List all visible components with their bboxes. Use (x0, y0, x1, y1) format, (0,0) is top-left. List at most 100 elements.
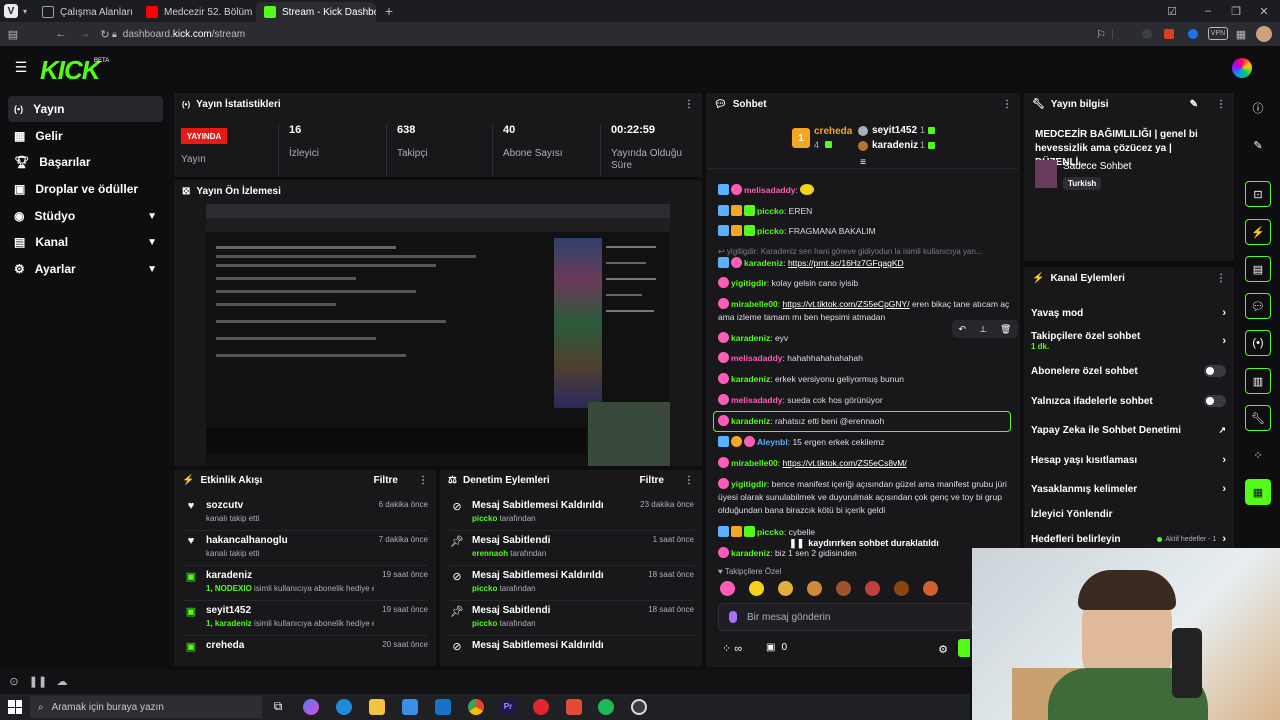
taskbar-search[interactable]: ⌕ Aramak için buraya yazın (30, 696, 262, 718)
chat-input[interactable]: Bir mesaj gönderin (718, 603, 972, 631)
forward-icon[interactable]: → (78, 27, 92, 41)
sidebar-item-basarilar[interactable]: 🏆︎ Başarılar (8, 149, 163, 175)
close-icon[interactable]: ✕ (1256, 3, 1272, 19)
raid-item[interactable]: İzleyici Yönlendir (1031, 507, 1226, 521)
extension-icon[interactable] (1142, 29, 1152, 39)
chat-message[interactable]: karadeniz: https://prnt.sc/16Hz7GFqagKD (718, 257, 1010, 270)
emotes-only-toggle[interactable] (1204, 395, 1226, 407)
collapse-icon[interactable]: ≡ (856, 157, 870, 168)
url-field[interactable]: 🔒︎ dashboard.kick.com/stream (112, 26, 1102, 42)
windows-start-icon[interactable] (8, 700, 22, 714)
opera-icon[interactable] (533, 699, 549, 715)
apps-icon[interactable]: ⁘ (1245, 442, 1271, 468)
overlay-icon[interactable]: ❚❚ (29, 675, 47, 688)
tab-youtube[interactable]: Medcezir 52. Bölüm (4K) - Y (138, 2, 254, 22)
list-item[interactable]: 📌︎ Mesaj Sabitlendi erennaoh tarafından 1… (450, 531, 694, 566)
chat-username[interactable]: melisadaddy (744, 185, 796, 195)
sidebar-item-kanal[interactable]: ▤ Kanal ▼ (8, 229, 163, 255)
tab-workspaces[interactable]: Çalışma Alanları ▾ (34, 2, 136, 22)
list-item[interactable]: ⊘ Mesaj Sabitlemesi Kaldırıldı piccko tar… (450, 566, 694, 601)
list-item[interactable]: ⊘ Mesaj Sabitlemesi Kaldırıldı (450, 636, 694, 671)
tab-search-icon[interactable]: ☑ (1164, 3, 1180, 19)
bookmark-icon[interactable]: ⚐ (1094, 27, 1108, 41)
emote-icon[interactable] (749, 581, 764, 596)
user-avatar[interactable] (1232, 58, 1252, 78)
list-item[interactable]: ⊘ Mesaj Sabitlemesi Kaldırıldı piccko tar… (450, 496, 694, 531)
followers-only-item[interactable]: Takipçilere özel sohbet 1 dk. › (1031, 331, 1226, 353)
sidebar-item-droplar[interactable]: ▣ Droplar ve ödüller (8, 176, 163, 202)
list-item[interactable]: ▣ creheda 20 saat önce (184, 636, 428, 671)
chat-link[interactable]: https://vt.tiktok.com/ZS5eCs8vM/ (783, 458, 907, 468)
chat-message[interactable]: piccko: EREN (718, 205, 1010, 218)
obs-icon[interactable] (631, 699, 647, 715)
chat-widget-icon[interactable]: 💬︎ (1245, 293, 1271, 319)
kick-logo[interactable]: KICK (40, 55, 101, 86)
chat-username[interactable]: karadeniz (731, 416, 770, 426)
goals-item[interactable]: Hedefleri belirleyin Aktif hedefler - 1 › (1031, 532, 1226, 546)
edit-icon[interactable]: ✎ (1245, 132, 1271, 158)
emote-icon[interactable] (923, 581, 938, 596)
overlay-icon[interactable]: ⊙ (8, 675, 20, 688)
sidebar-toggle-icon[interactable]: ▤ (6, 27, 20, 41)
extension-icon[interactable] (1188, 29, 1198, 39)
chat-message[interactable]: mirabelle00: https://vt.tiktok.com/ZS5eC… (718, 457, 1010, 470)
chat-username[interactable]: Aleynbl (757, 437, 788, 447)
banned-words-item[interactable]: Yasaklanmış kelimeler › (1031, 482, 1226, 496)
sidebar-item-studyo[interactable]: ◉ Stüdyo ▼ (8, 203, 163, 229)
chat-message[interactable]: melisadaddy: hahahhahahahahah (718, 352, 1010, 365)
top-gifter-name[interactable]: creheda (814, 126, 852, 137)
chat-message[interactable]: piccko: FRAGMANA BAKALIM (718, 225, 1010, 238)
chat-username[interactable]: yigitigdir (731, 479, 767, 489)
category-name[interactable]: Sadece Sohbet (1063, 161, 1131, 172)
more-icon[interactable]: ⋮ (1002, 99, 1012, 110)
chat-message[interactable]: karadeniz: eyv (718, 332, 1010, 345)
cloud-icon[interactable]: ☁ (56, 675, 68, 688)
browser-menu-icon[interactable]: V (4, 4, 18, 18)
chat-settings-icon[interactable]: ⚙ (936, 642, 950, 656)
emote-icon[interactable] (894, 581, 909, 596)
more-icon[interactable]: ⋮ (684, 475, 694, 486)
subscribers-only-toggle[interactable] (1204, 365, 1226, 377)
bolt-widget-icon[interactable]: ⚡ (1245, 219, 1271, 245)
chat-message[interactable]: yigitigdir: kolay gelsin cano iyisib (718, 277, 1010, 290)
filter-button[interactable]: Filtre (374, 475, 398, 486)
emote-icon[interactable] (807, 581, 822, 596)
chat-username[interactable]: piccko (757, 226, 784, 236)
chat-link[interactable]: https://vt.tiktok.com/ZS5eCpGNY/ (783, 299, 910, 309)
chat-username[interactable]: melisadaddy (731, 353, 783, 363)
preview-widget-icon[interactable]: ⊡ (1245, 181, 1271, 207)
chrome-icon[interactable] (468, 699, 484, 715)
tab-kick-dashboard[interactable]: Stream - Kick Dashboard (256, 2, 376, 22)
chat-message[interactable]: karadeniz: rahatsız etti beni @erennaoh (718, 415, 1010, 428)
outlook-icon[interactable] (435, 699, 451, 715)
emote-icon[interactable] (836, 581, 851, 596)
chat-message[interactable]: Aleynbl: 15 ergen erkek cekilemz (718, 436, 1010, 449)
chat-username[interactable]: karadeniz (744, 258, 783, 268)
more-icon[interactable]: ⋮ (1216, 273, 1226, 284)
profile-avatar[interactable] (1256, 26, 1272, 42)
more-icon[interactable]: ⋮ (1216, 99, 1226, 110)
file-explorer-icon[interactable] (369, 699, 385, 715)
chat-username[interactable]: karadeniz (731, 548, 770, 558)
more-icon[interactable]: ⋮ (418, 475, 428, 486)
ai-moderation-item[interactable]: Yapay Zeka ile Sohbet Denetimi ↗ (1031, 423, 1226, 437)
more-icon[interactable]: ⋮ (684, 99, 694, 110)
task-view-icon[interactable]: ⧉ (270, 699, 286, 715)
broadcast-widget-icon[interactable]: (•) (1245, 330, 1271, 356)
list-item[interactable]: ▣ karadeniz 1, NODEXIO isimli kullanıcıya… (184, 566, 428, 601)
top-gifter-name[interactable]: karadeniz (872, 140, 918, 151)
chat-username[interactable]: mirabelle00 (731, 458, 778, 468)
chat-username[interactable]: mirabelle00 (731, 299, 778, 309)
list-item[interactable]: ▣ seyit1452 1, karadeniz isimli kullanıcı… (184, 601, 428, 636)
emote-icon[interactable] (720, 581, 735, 596)
chat-message[interactable]: karadeniz: biz 1 sen 2 gidisinden (718, 547, 1010, 559)
chat-link[interactable]: https://prnt.sc/16Hz7GFqagKD (788, 258, 904, 268)
list-item[interactable]: ♥ sozcutv kanalı takip etti 6 dakika önce (184, 496, 428, 531)
vpn-button[interactable]: VPN (1208, 27, 1228, 40)
sidebar-item-ayarlar[interactable]: ⚙ Ayarlar ▼ (8, 256, 163, 282)
reload-icon[interactable]: ↻ (98, 27, 112, 41)
list-item[interactable]: 📌︎ Mesaj Sabitlendi piccko tarafından 18 … (450, 601, 694, 636)
chat-username[interactable]: karadeniz (731, 333, 770, 343)
spotify-icon[interactable] (598, 699, 614, 715)
back-icon[interactable]: ← (54, 27, 68, 41)
